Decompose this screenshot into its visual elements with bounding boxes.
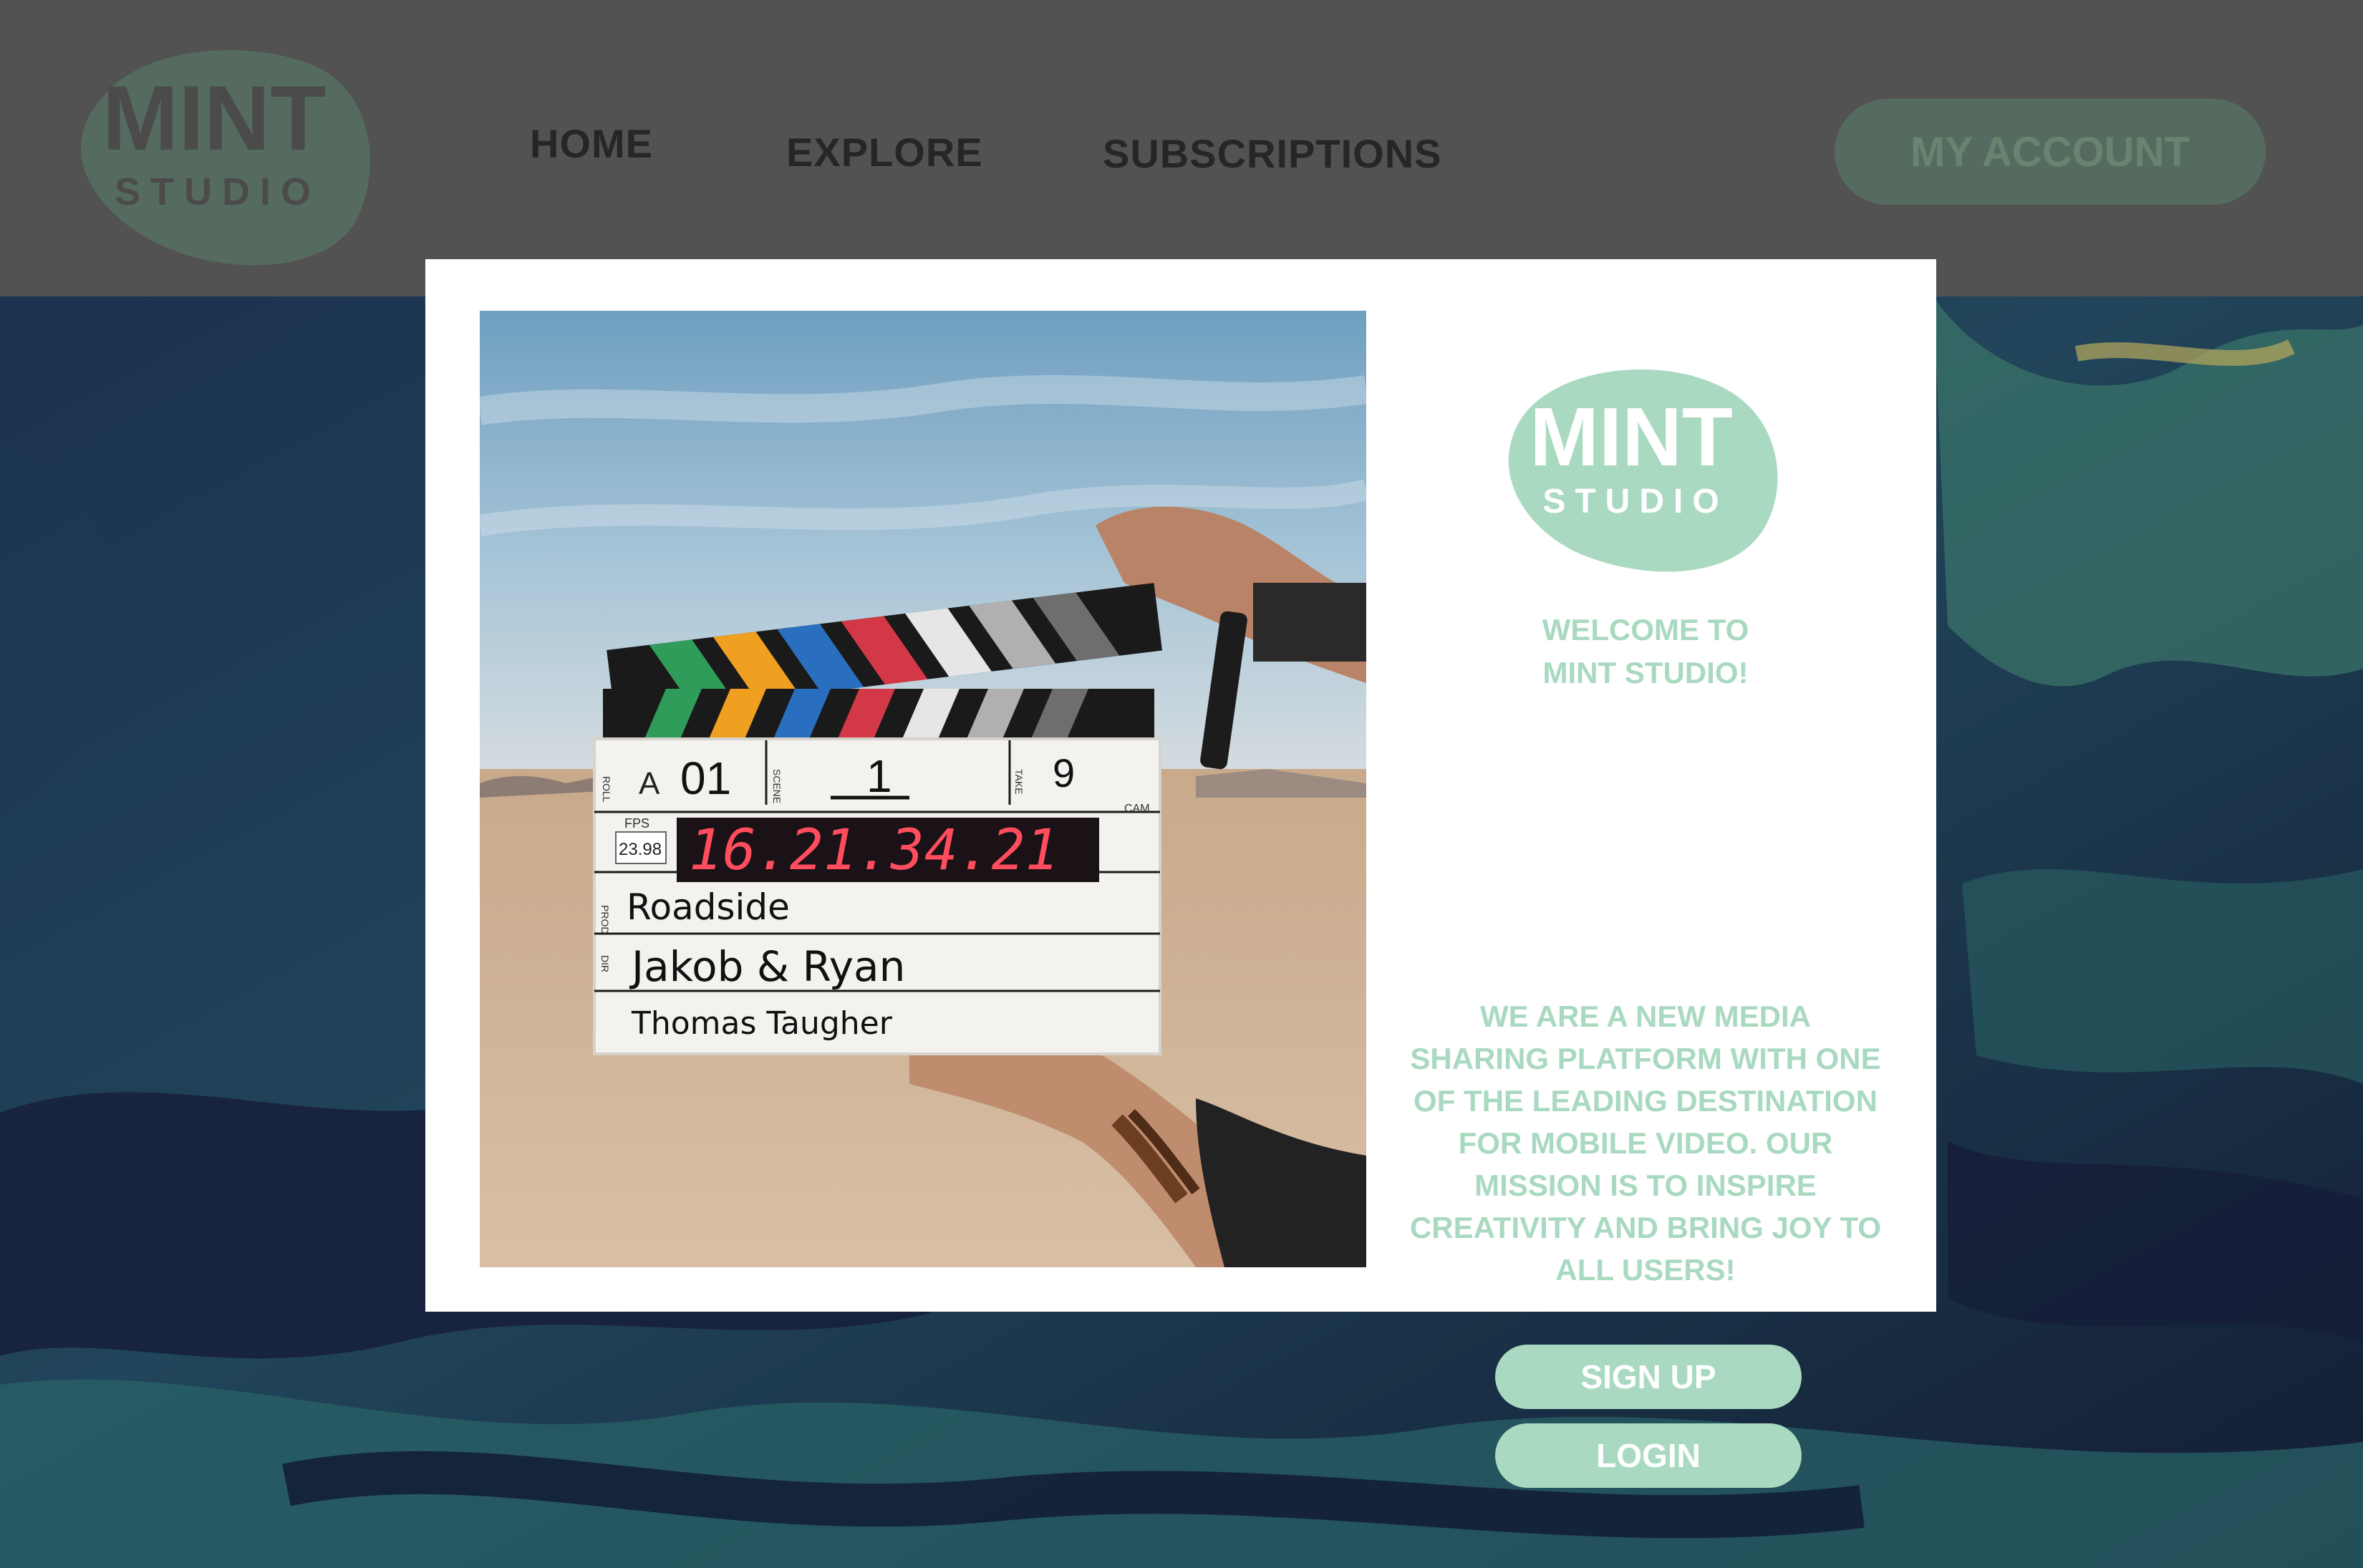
logo-wordmark-bottom: STUDIO — [115, 170, 321, 213]
production-name: Roadside — [627, 886, 790, 928]
top-navigation-bar: MINT STUDIO HOME EXPLORE SUBSCRIPTIONS M… — [0, 0, 2363, 296]
mint-studio-logo: MINT STUDIO — [1508, 369, 1778, 572]
logo-wordmark-top: MINT — [1530, 390, 1733, 483]
nav-subscriptions[interactable]: SUBSCRIPTIONS — [1103, 130, 1442, 177]
director-name: Jakob & Ryan — [629, 942, 905, 991]
login-button[interactable]: LOGIN — [1495, 1423, 1802, 1488]
welcome-modal: ROLL A 01 SCENE 1 TAKE 9 FPS 23.98 16.21… — [425, 259, 1936, 1488]
prod-label: PROD — [599, 905, 611, 934]
take-label: TAKE — [1013, 769, 1025, 795]
scene-label: SCENE — [771, 769, 783, 803]
take-value: 9 — [1053, 750, 1075, 795]
shot-value: 1 — [866, 750, 892, 802]
dir-label: DIR — [599, 955, 611, 972]
welcome-line-2: MINT STUDIO! — [1542, 656, 1749, 689]
mint-studio-logo[interactable]: MINT STUDIO — [74, 39, 375, 271]
nav-home[interactable]: HOME — [530, 120, 653, 167]
welcome-line-1: WELCOME TO — [1542, 613, 1749, 647]
timecode-display: 16.21.34.21 — [689, 818, 1059, 883]
cam-label: CAM — [1124, 803, 1150, 815]
clapperboard-photo: ROLL A 01 SCENE 1 TAKE 9 FPS 23.98 16.21… — [480, 311, 1366, 1267]
camera-operator-name: Thomas Taugher — [631, 1005, 893, 1042]
logo-wordmark-bottom: STUDIO — [1542, 483, 1728, 521]
roll-value: A — [639, 766, 660, 801]
platform-description: WE ARE A NEW MEDIA SHARING PLATFORM WITH… — [1409, 1000, 1882, 1287]
fps-label: FPS — [624, 816, 649, 831]
logo-wordmark-top: MINT — [102, 67, 327, 170]
fps-value: 23.98 — [619, 840, 662, 859]
roll-label: ROLL — [601, 776, 612, 803]
sign-up-button[interactable]: SIGN UP — [1495, 1345, 1802, 1409]
nav-explore[interactable]: EXPLORE — [786, 129, 983, 175]
welcome-heading: WELCOME TO MINT STUDIO! — [1409, 609, 1882, 695]
my-account-button[interactable]: MY ACCOUNT — [1835, 99, 2266, 205]
scene-value: 01 — [680, 752, 731, 804]
